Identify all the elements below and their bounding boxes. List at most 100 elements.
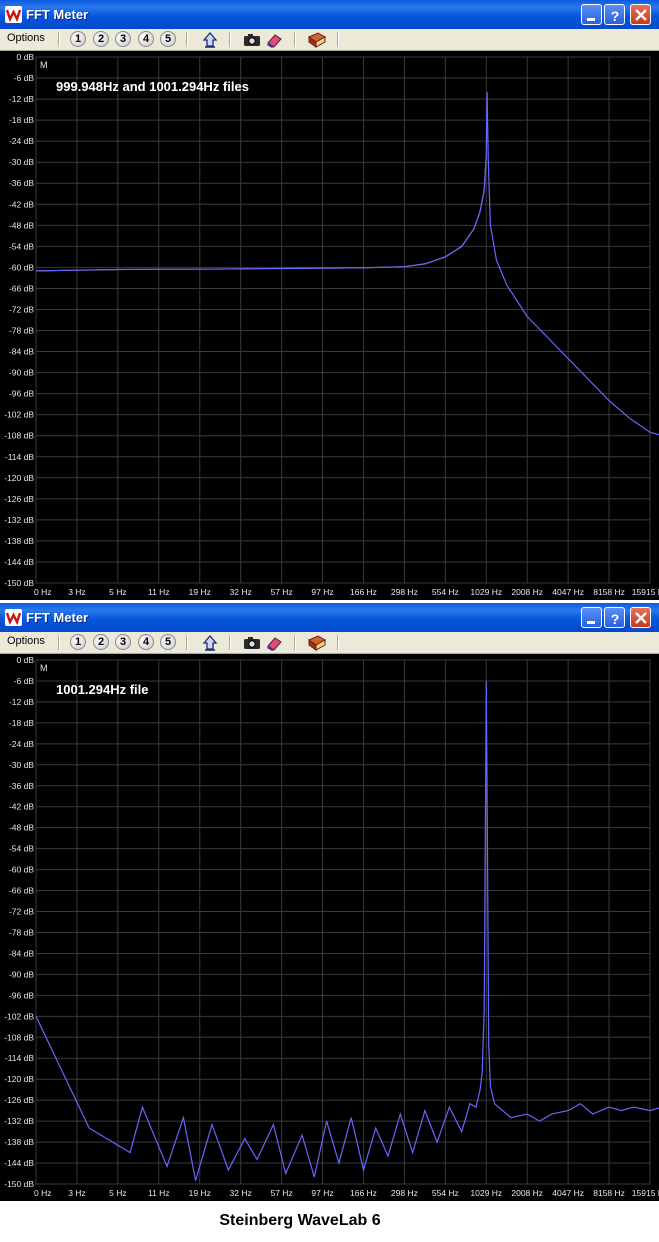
- preset-5-icon[interactable]: 5: [160, 31, 176, 47]
- y-tick-label: -78 dB: [9, 326, 34, 336]
- close-button[interactable]: [630, 4, 651, 25]
- toolbar-separator: [229, 635, 231, 650]
- title-bar[interactable]: FFT Meter ?: [0, 603, 659, 632]
- x-tick-label: 15915 Hz: [632, 1188, 659, 1198]
- x-tick-label: 4047 Hz: [552, 1188, 584, 1198]
- camera-icon[interactable]: [243, 31, 261, 49]
- spectrum-series-line: [35, 680, 659, 1181]
- y-tick-label: -48 dB: [9, 823, 34, 833]
- x-tick-label: 5 Hz: [109, 1188, 126, 1198]
- x-tick-label: 8158 Hz: [593, 587, 625, 597]
- y-tick-label: -36 dB: [9, 781, 34, 791]
- close-button[interactable]: [630, 607, 651, 628]
- y-tick-label: -78 dB: [9, 927, 34, 937]
- x-tick-label: 0 Hz: [34, 587, 51, 597]
- toolbar-separator: [229, 32, 231, 47]
- y-tick-label: -84 dB: [9, 948, 34, 958]
- fft-meter-window-2: FFT Meter ? Options 1 2 3 4 5 0 dB -6 dB…: [0, 603, 659, 1201]
- chart-annotation: 1001.294Hz file: [56, 682, 149, 697]
- svg-text:?: ?: [611, 8, 620, 24]
- help-button[interactable]: ?: [604, 4, 625, 25]
- wavelab-app-icon: [5, 6, 22, 23]
- toolbar-separator: [186, 32, 188, 47]
- y-tick-label: -12 dB: [9, 94, 34, 104]
- question-icon: ?: [611, 8, 620, 24]
- x-tick-label: 554 Hz: [432, 587, 459, 597]
- minimize-button[interactable]: [581, 607, 602, 628]
- x-tick-label: 32 Hz: [230, 1188, 252, 1198]
- y-tick-label: -72 dB: [9, 907, 34, 917]
- chart-annotation: 999.948Hz and 1001.294Hz files: [56, 79, 249, 94]
- y-tick-label: -102 dB: [4, 410, 34, 420]
- x-tick-label: 298 Hz: [391, 1188, 418, 1198]
- y-tick-label: -96 dB: [9, 990, 34, 1000]
- x-tick-label: 1029 Hz: [470, 1188, 502, 1198]
- freeze-icon[interactable]: [201, 31, 219, 49]
- x-tick-label: 19 Hz: [189, 1188, 211, 1198]
- y-tick-label: -90 dB: [9, 368, 34, 378]
- y-tick-label: -66 dB: [9, 886, 34, 896]
- options-menu[interactable]: Options: [7, 635, 45, 647]
- x-tick-label: 57 Hz: [270, 1188, 292, 1198]
- y-tick-label: -72 dB: [9, 304, 34, 314]
- toolbar-separator: [294, 32, 296, 47]
- y-tick-label: -6 dB: [14, 73, 35, 83]
- window-title: FFT Meter: [26, 610, 89, 625]
- x-tick-label: 0 Hz: [34, 1188, 51, 1198]
- toolbar: Options 1 2 3 4 5: [0, 29, 659, 51]
- eraser-icon[interactable]: [265, 31, 283, 49]
- preset-3-icon[interactable]: 3: [115, 634, 131, 650]
- minimize-icon: [587, 621, 595, 624]
- y-tick-label: -6 dB: [14, 676, 35, 686]
- preset-4-icon[interactable]: 4: [138, 634, 154, 650]
- caption: Steinberg WaveLab 6: [219, 1212, 381, 1229]
- plot-frame: [35, 659, 651, 1185]
- eraser-icon[interactable]: [265, 634, 283, 652]
- y-tick-label: -132 dB: [4, 1116, 34, 1126]
- close-icon: [635, 9, 647, 21]
- minimize-button[interactable]: [581, 4, 602, 25]
- x-tick-label: 4047 Hz: [552, 587, 584, 597]
- title-bar[interactable]: FFT Meter ?: [0, 0, 659, 29]
- preset-1-icon[interactable]: 1: [70, 634, 86, 650]
- y-tick-label: -24 dB: [9, 136, 34, 146]
- preset-2-icon[interactable]: 2: [93, 634, 109, 650]
- help-button[interactable]: ?: [604, 607, 625, 628]
- marker-label: M: [40, 663, 48, 673]
- options-menu[interactable]: Options: [7, 32, 45, 44]
- toolbar-separator: [186, 635, 188, 650]
- preset-1-icon[interactable]: 1: [70, 31, 86, 47]
- x-tick-label: 166 Hz: [350, 1188, 377, 1198]
- y-tick-label: -54 dB: [9, 844, 34, 854]
- y-tick-label: -102 dB: [4, 1011, 34, 1021]
- fft-spectrum-chart: 0 dB -6 dB -12 dB -18 dB -24 dB -30 dB -36 dB -…: [4, 52, 659, 597]
- y-tick-label: -126 dB: [4, 1095, 34, 1105]
- y-tick-label: -114 dB: [5, 1053, 34, 1063]
- book-icon[interactable]: [307, 31, 327, 49]
- x-tick-label: 166 Hz: [350, 587, 377, 597]
- y-tick-label: -42 dB: [9, 802, 34, 812]
- y-tick-label: -18 dB: [9, 115, 34, 125]
- preset-3-icon[interactable]: 3: [115, 31, 131, 47]
- x-tick-label: 97 Hz: [311, 587, 333, 597]
- book-icon[interactable]: [307, 634, 327, 652]
- x-tick-label: 32 Hz: [230, 587, 252, 597]
- camera-icon[interactable]: [243, 634, 261, 652]
- preset-5-icon[interactable]: 5: [160, 634, 176, 650]
- x-tick-label: 8158 Hz: [593, 1188, 625, 1198]
- fft-plot-area: 0 dB -6 dB -12 dB -18 dB -24 dB -30 dB -36 dB -…: [0, 654, 659, 1201]
- x-tick-label: 2008 Hz: [511, 587, 543, 597]
- preset-4-icon[interactable]: 4: [138, 31, 154, 47]
- y-tick-label: -132 dB: [4, 515, 34, 525]
- x-tick-label: 3 Hz: [68, 1188, 85, 1198]
- y-tick-label: -12 dB: [9, 697, 34, 707]
- x-tick-label: 554 Hz: [432, 1188, 459, 1198]
- svg-text:?: ?: [611, 611, 620, 627]
- y-tick-label: -108 dB: [4, 431, 34, 441]
- freeze-icon[interactable]: [201, 634, 219, 652]
- x-tick-label: 57 Hz: [270, 587, 292, 597]
- x-tick-label: 1029 Hz: [470, 587, 502, 597]
- preset-2-icon[interactable]: 2: [93, 31, 109, 47]
- x-tick-label: 11 Hz: [148, 587, 170, 597]
- minimize-icon: [587, 18, 595, 21]
